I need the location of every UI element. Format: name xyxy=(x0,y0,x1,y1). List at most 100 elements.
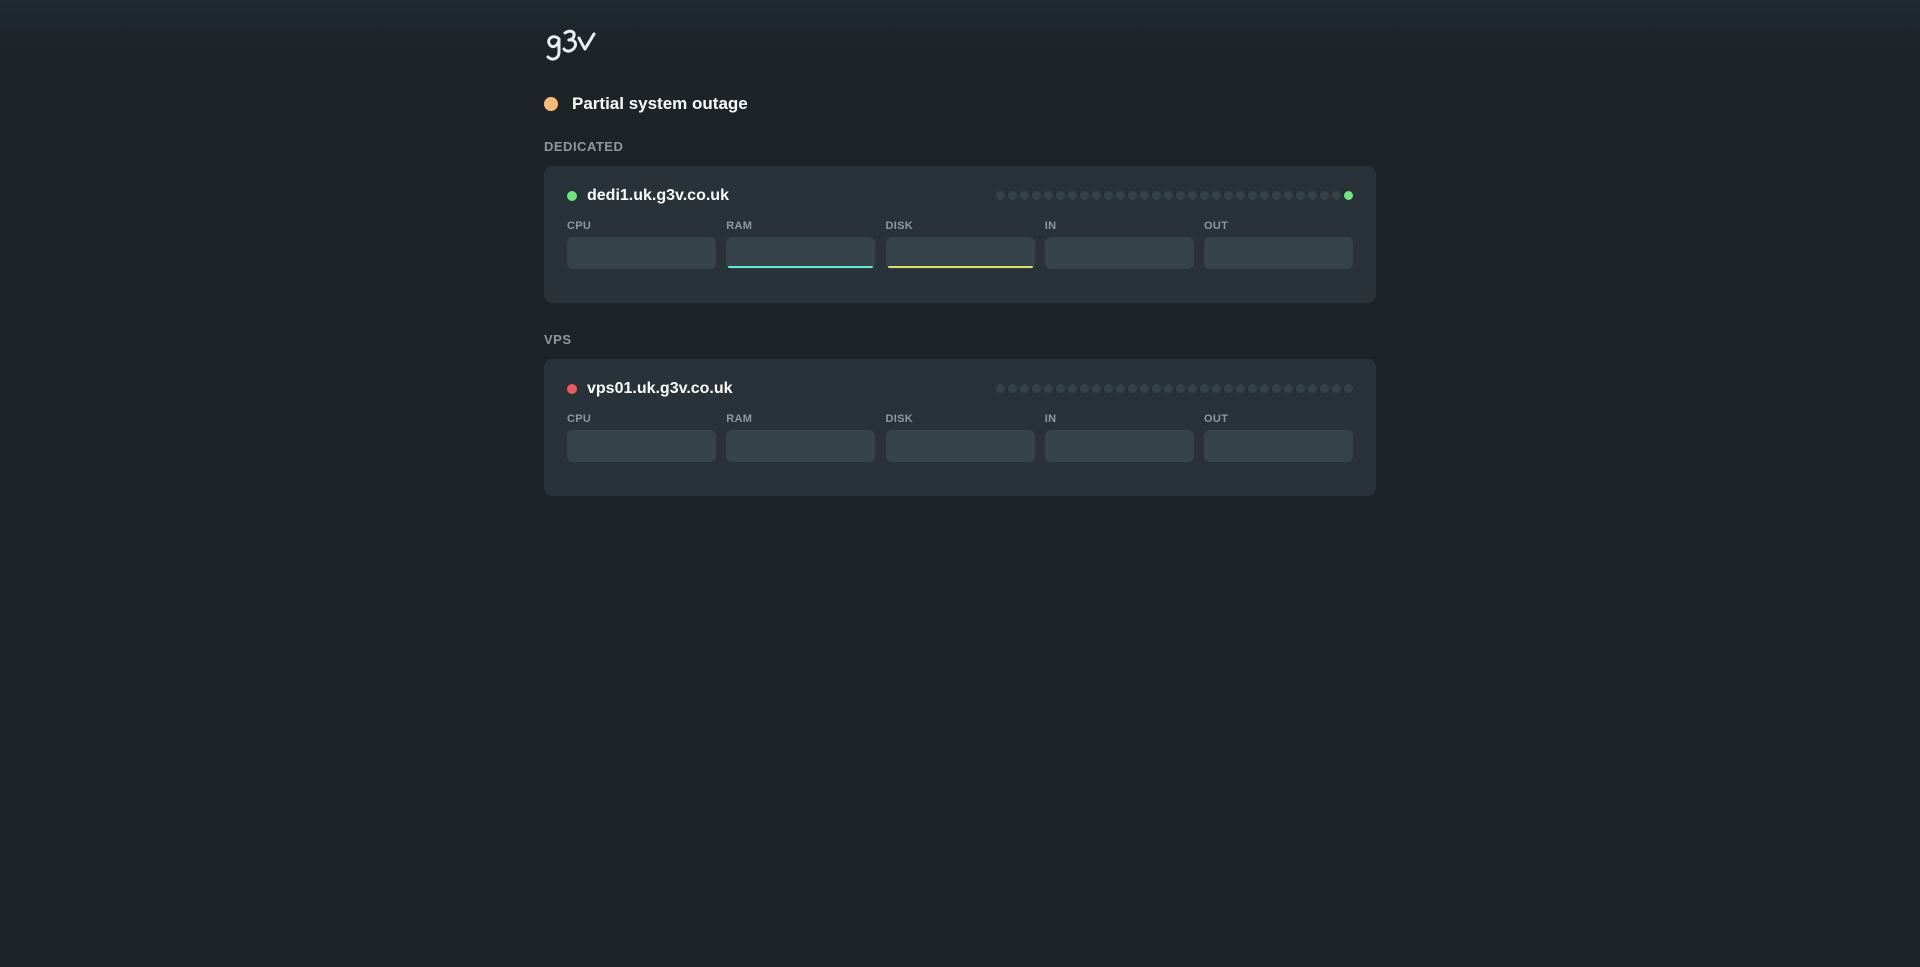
uptime-history-pip[interactable] xyxy=(1092,191,1101,200)
g3v-logo[interactable] xyxy=(544,24,600,64)
uptime-history-pip[interactable] xyxy=(1068,191,1077,200)
metric-label: DISK xyxy=(885,220,913,232)
uptime-history-pip[interactable] xyxy=(1212,384,1221,393)
uptime-history-pip[interactable] xyxy=(1008,191,1017,200)
metric-label: IN xyxy=(1044,413,1057,425)
metric-label: IN xyxy=(1044,220,1057,232)
metric-sparkline[interactable] xyxy=(1044,430,1194,462)
uptime-history-pip[interactable] xyxy=(1200,384,1209,393)
host-card-dedi1: dedi1.uk.g3v.co.uk CPU RAM DISK IN OUT xyxy=(544,166,1376,303)
metric-label: OUT xyxy=(1204,220,1229,232)
uptime-history-pip[interactable] xyxy=(1188,384,1197,393)
uptime-history-pip[interactable] xyxy=(1140,384,1149,393)
overall-status: Partial system outage xyxy=(544,94,748,114)
uptime-history-pip[interactable] xyxy=(1308,191,1317,200)
uptime-history-pip[interactable] xyxy=(1236,191,1245,200)
uptime-history-pip[interactable] xyxy=(1236,384,1245,393)
uptime-history-pip[interactable] xyxy=(1320,384,1329,393)
uptime-history-pip[interactable] xyxy=(1152,191,1161,200)
uptime-history-pip[interactable] xyxy=(1344,191,1353,200)
metric-ram: RAM xyxy=(726,219,876,269)
uptime-history-pip[interactable] xyxy=(1284,191,1293,200)
host-card-vps01: vps01.uk.g3v.co.uk CPU RAM DISK IN OUT xyxy=(544,359,1376,496)
host-name: dedi1.uk.g3v.co.uk xyxy=(587,187,729,204)
metric-in: IN xyxy=(1044,219,1194,269)
uptime-history-pip[interactable] xyxy=(1116,191,1125,200)
uptime-history-pip[interactable] xyxy=(1176,191,1185,200)
uptime-history-pip[interactable] xyxy=(1068,384,1077,393)
metric-disk: DISK xyxy=(885,219,1035,269)
uptime-history-pip[interactable] xyxy=(1080,384,1089,393)
uptime-history-pip[interactable] xyxy=(1212,191,1221,200)
uptime-history xyxy=(996,191,1353,200)
uptime-history-pip[interactable] xyxy=(1248,384,1257,393)
uptime-history-pip[interactable] xyxy=(1332,191,1341,200)
overall-status-text: Partial system outage xyxy=(572,94,748,113)
uptime-history-pip[interactable] xyxy=(1104,384,1113,393)
metric-sparkline[interactable] xyxy=(726,237,876,269)
uptime-history-pip[interactable] xyxy=(1344,384,1353,393)
uptime-history-pip[interactable] xyxy=(1056,384,1065,393)
host-name: vps01.uk.g3v.co.uk xyxy=(587,380,733,397)
metric-sparkline[interactable] xyxy=(567,237,716,269)
metric-cpu: CPU xyxy=(567,412,716,462)
uptime-history-pip[interactable] xyxy=(1104,191,1113,200)
metric-sparkline[interactable] xyxy=(567,430,716,462)
uptime-history-pip[interactable] xyxy=(1260,384,1269,393)
metrics-row: CPU RAM DISK IN OUT xyxy=(567,412,1353,462)
uptime-history-pip[interactable] xyxy=(1140,191,1149,200)
metric-out: OUT xyxy=(1204,412,1353,462)
metric-label: RAM xyxy=(726,220,753,232)
uptime-history-pip[interactable] xyxy=(1188,191,1197,200)
uptime-history-pip[interactable] xyxy=(1092,384,1101,393)
uptime-history-pip[interactable] xyxy=(1128,384,1137,393)
metric-sparkline[interactable] xyxy=(1204,237,1353,269)
metric-sparkline[interactable] xyxy=(885,430,1035,462)
metric-sparkline[interactable] xyxy=(1044,237,1194,269)
section-label-vps: VPS xyxy=(544,332,572,347)
uptime-history-pip[interactable] xyxy=(1332,384,1341,393)
uptime-history-pip[interactable] xyxy=(1020,384,1029,393)
metric-out: OUT xyxy=(1204,219,1353,269)
uptime-history-pip[interactable] xyxy=(1248,191,1257,200)
metric-label: CPU xyxy=(567,220,592,232)
overall-status-indicator xyxy=(544,97,558,111)
uptime-history-pip[interactable] xyxy=(1296,384,1305,393)
uptime-history-pip[interactable] xyxy=(1200,191,1209,200)
metric-ram: RAM xyxy=(726,412,876,462)
uptime-history-pip[interactable] xyxy=(1308,384,1317,393)
metric-sparkline[interactable] xyxy=(726,430,876,462)
uptime-history-pip[interactable] xyxy=(996,384,1005,393)
uptime-history-pip[interactable] xyxy=(1272,191,1281,200)
uptime-history-pip[interactable] xyxy=(1260,191,1269,200)
uptime-history-pip[interactable] xyxy=(1320,191,1329,200)
uptime-history-pip[interactable] xyxy=(1032,191,1041,200)
uptime-history-pip[interactable] xyxy=(1284,384,1293,393)
metric-label: OUT xyxy=(1204,413,1229,425)
uptime-history-pip[interactable] xyxy=(1164,191,1173,200)
uptime-history-pip[interactable] xyxy=(1224,191,1233,200)
uptime-history-pip[interactable] xyxy=(1044,384,1053,393)
uptime-history-pip[interactable] xyxy=(1044,191,1053,200)
uptime-history-pip[interactable] xyxy=(1020,191,1029,200)
metric-sparkline[interactable] xyxy=(1204,430,1353,462)
metric-label: DISK xyxy=(885,413,913,425)
uptime-history-pip[interactable] xyxy=(1164,384,1173,393)
uptime-history-pip[interactable] xyxy=(1056,191,1065,200)
uptime-history-pip[interactable] xyxy=(1152,384,1161,393)
metric-sparkline-line xyxy=(728,266,874,268)
uptime-history-pip[interactable] xyxy=(996,191,1005,200)
uptime-history-pip[interactable] xyxy=(1008,384,1017,393)
host-status-indicator xyxy=(567,191,577,201)
uptime-history-pip[interactable] xyxy=(1176,384,1185,393)
uptime-history-pip[interactable] xyxy=(1116,384,1125,393)
uptime-history-pip[interactable] xyxy=(1080,191,1089,200)
uptime-history-pip[interactable] xyxy=(1032,384,1041,393)
metric-sparkline[interactable] xyxy=(885,237,1035,269)
uptime-history-pip[interactable] xyxy=(1272,384,1281,393)
host-status-indicator xyxy=(567,384,577,394)
uptime-history-pip[interactable] xyxy=(1224,384,1233,393)
uptime-history-pip[interactable] xyxy=(1296,191,1305,200)
uptime-history-pip[interactable] xyxy=(1128,191,1137,200)
section-label-dedicated: DEDICATED xyxy=(544,139,624,154)
